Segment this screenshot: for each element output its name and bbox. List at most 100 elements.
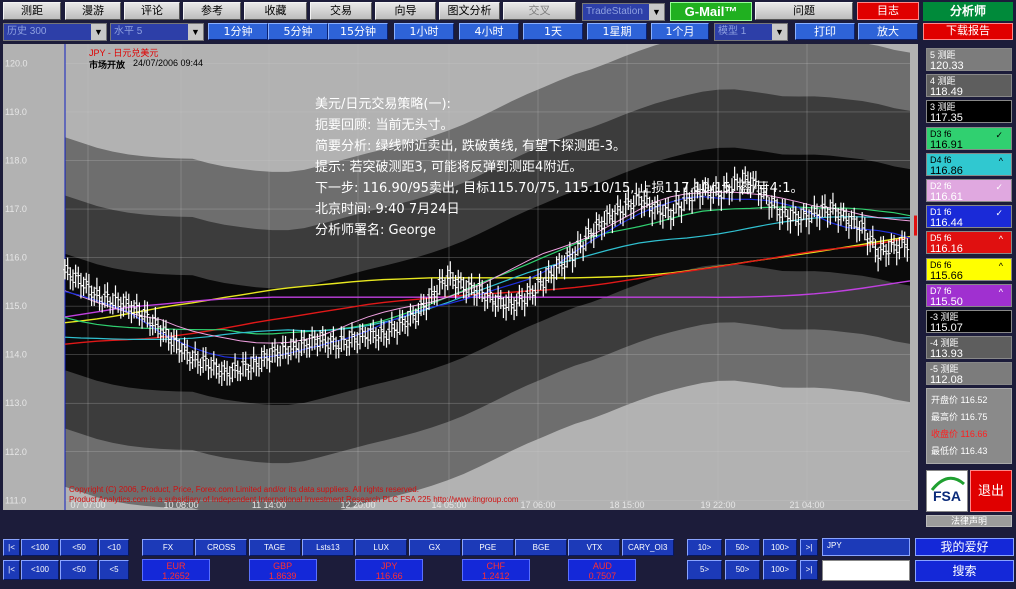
timeframe-button-1[interactable]: 5分钟 (268, 23, 328, 40)
gmail-button[interactable]: G-Mail™ (670, 2, 752, 21)
legal-link[interactable]: 法律声明 (926, 515, 1012, 527)
strategy-line-2: 简要分析: 绿线附近卖出, 跌破黄线, 有望下探测距-3。 (315, 139, 627, 154)
level-select[interactable]: 水平 5 ▼ (110, 23, 204, 41)
model-select[interactable]: 模型 1 ▼ (714, 23, 788, 41)
timeframe-button-5[interactable]: 1天 (523, 23, 583, 40)
checkmark-icon[interactable]: ^ (999, 261, 1003, 271)
indicator-tab-2[interactable]: TAGE (248, 539, 301, 556)
y-tick-label: 117.0 (5, 204, 27, 214)
level-row-0[interactable]: 5 测距 120.33 (926, 48, 1012, 72)
indicator-tab-3[interactable]: Lsts13 (301, 539, 354, 556)
nav-left-bottom-3[interactable]: <5 (99, 560, 129, 580)
timeframe-button-0[interactable]: 1分钟 (208, 23, 268, 40)
indicator-tab-6[interactable]: PGE (461, 539, 514, 556)
level-row-12[interactable]: -5 测距 112.08 (926, 362, 1012, 386)
faq-button[interactable]: 问题 (755, 2, 853, 20)
indicator-tab-1[interactable]: CROSS (195, 539, 248, 556)
indicator-tab-7[interactable]: BGE (515, 539, 568, 556)
nav-right-top-1[interactable]: 50> (725, 539, 760, 556)
level-row-5[interactable]: D2 f6 116.61 ✓ (926, 179, 1012, 203)
history-select[interactable]: 历史 300 ▼ (3, 23, 107, 41)
indicator-tab-5[interactable]: GX (408, 539, 461, 556)
price-chart[interactable]: 120.0 119.0 118.0 117.0 116.0 115.0 114.0 113.0… (3, 44, 918, 510)
currency-name: EUR (166, 561, 186, 571)
indicator-tab-0[interactable]: FX (142, 539, 194, 556)
menu-item-4[interactable]: 收藏 (244, 2, 307, 20)
menu-item-7[interactable]: 图文分析 (439, 2, 500, 20)
checkmark-icon[interactable]: ^ (999, 287, 1003, 297)
menu-item-1[interactable]: 漫游 (65, 2, 121, 20)
level-value: 116.86 (930, 164, 963, 177)
download-report-button[interactable]: 下载报告 (923, 23, 1013, 40)
menu-item-6[interactable]: 向导 (375, 2, 436, 20)
menu-item-2[interactable]: 评论 (124, 2, 180, 20)
zoom-button[interactable]: 放大 (858, 23, 918, 40)
timeframe-button-2[interactable]: 15分钟 (328, 23, 388, 40)
level-row-11[interactable]: -4 测距 113.93 (926, 336, 1012, 360)
menu-item-3[interactable]: 参考 (183, 2, 241, 20)
timeframe-button-6[interactable]: 1星期 (587, 23, 647, 40)
logout-button[interactable]: 目志 (857, 2, 919, 20)
level-row-1[interactable]: 4 测距 118.49 (926, 74, 1012, 98)
menu-item-5[interactable]: 交易 (310, 2, 372, 20)
checkmark-icon[interactable]: ✓ (995, 208, 1003, 218)
nav-right-top-0[interactable]: 10> (687, 539, 722, 556)
copyright-line-2: Product Analytics.com is a subsidiary of… (69, 495, 519, 504)
search-button[interactable]: 搜索 (915, 560, 1014, 582)
nav-right-top-3[interactable]: >| (800, 539, 818, 556)
print-button[interactable]: 打印 (795, 23, 855, 40)
platform-select[interactable]: TradeStation ▼ (582, 3, 665, 21)
chart-area[interactable]: 120.0 119.0 118.0 117.0 116.0 115.0 114.0 113.0… (3, 44, 918, 510)
currency-name: JPY (380, 561, 398, 571)
strategy-line-5: 北京时间: 9:40 7月24日 (315, 202, 460, 217)
symbol-input[interactable]: JPY (822, 538, 910, 556)
nav-left-bottom-2[interactable]: <50 (60, 560, 98, 580)
currency-tile-eur[interactable]: EUR 1.2652 (142, 559, 210, 581)
level-row-3[interactable]: D3 f6 116.91 ✓ (926, 126, 1012, 151)
level-row-8[interactable]: D6 f6 115.66 ^ (926, 257, 1012, 282)
nav-left-top-1[interactable]: <100 (21, 539, 59, 556)
level-row-9[interactable]: D7 f6 115.50 ^ (926, 283, 1012, 308)
indicator-tab-8[interactable]: VTX (568, 539, 621, 556)
currency-name: AUD (592, 561, 612, 571)
nav-right-bottom-3[interactable]: >| (800, 560, 818, 580)
menu-item-0[interactable]: 测距 (3, 2, 61, 20)
nav-left-top-3[interactable]: <10 (99, 539, 129, 556)
nav-left-top-0[interactable]: |< (3, 539, 20, 556)
menu-item-8[interactable]: 交叉 (503, 2, 576, 20)
level-value: 116.16 (930, 243, 963, 256)
currency-tile-jpy[interactable]: JPY 116.66 (355, 559, 424, 581)
nav-right-bottom-0[interactable]: 5> (687, 560, 722, 580)
exit-button[interactable]: 退出 (970, 470, 1012, 512)
currency-tile-chf[interactable]: CHF 1.2412 (461, 559, 530, 581)
y-tick-label: 112.0 (5, 447, 27, 457)
checkmark-icon[interactable]: ✓ (995, 182, 1003, 192)
y-tick-label: 118.0 (5, 156, 27, 166)
nav-right-bottom-1[interactable]: 50> (725, 560, 760, 580)
nav-left-bottom-1[interactable]: <100 (21, 560, 59, 580)
timeframe-button-3[interactable]: 1小时 (394, 23, 454, 40)
nav-left-bottom-0[interactable]: |< (3, 560, 20, 580)
indicator-tab-4[interactable]: LUX (355, 539, 408, 556)
level-row-7[interactable]: D5 f6 116.16 ^ (926, 231, 1012, 256)
strategy-line-1: 扼要回顾: 当前无头寸。 (315, 118, 454, 133)
level-row-10[interactable]: -3 测距 115.07 (926, 310, 1012, 334)
indicator-tab-9[interactable]: CARY_OI3 (621, 539, 674, 556)
checkmark-icon[interactable]: ^ (999, 234, 1003, 244)
timeframe-button-7[interactable]: 1个月 (651, 23, 709, 40)
timeframe-button-4[interactable]: 4小时 (459, 23, 519, 40)
currency-tile-gbp[interactable]: GBP 1.8639 (248, 559, 317, 581)
currency-name: GBP (273, 561, 293, 571)
checkmark-icon[interactable]: ✓ (995, 130, 1003, 140)
favorites-button[interactable]: 我的爱好 (915, 538, 1014, 556)
level-row-2[interactable]: 3 测距 117.35 (926, 100, 1012, 124)
level-value: 116.61 (930, 191, 963, 203)
level-row-4[interactable]: D4 f6 116.86 ^ (926, 152, 1012, 177)
level-row-6[interactable]: D1 f6 116.44 ✓ (926, 205, 1012, 229)
nav-right-bottom-2[interactable]: 100> (763, 560, 797, 580)
symbol-output[interactable] (822, 560, 910, 581)
currency-tile-aud[interactable]: AUD 0.7507 (568, 559, 637, 581)
nav-left-top-2[interactable]: <50 (60, 539, 98, 556)
checkmark-icon[interactable]: ^ (999, 156, 1003, 166)
nav-right-top-2[interactable]: 100> (763, 539, 797, 556)
